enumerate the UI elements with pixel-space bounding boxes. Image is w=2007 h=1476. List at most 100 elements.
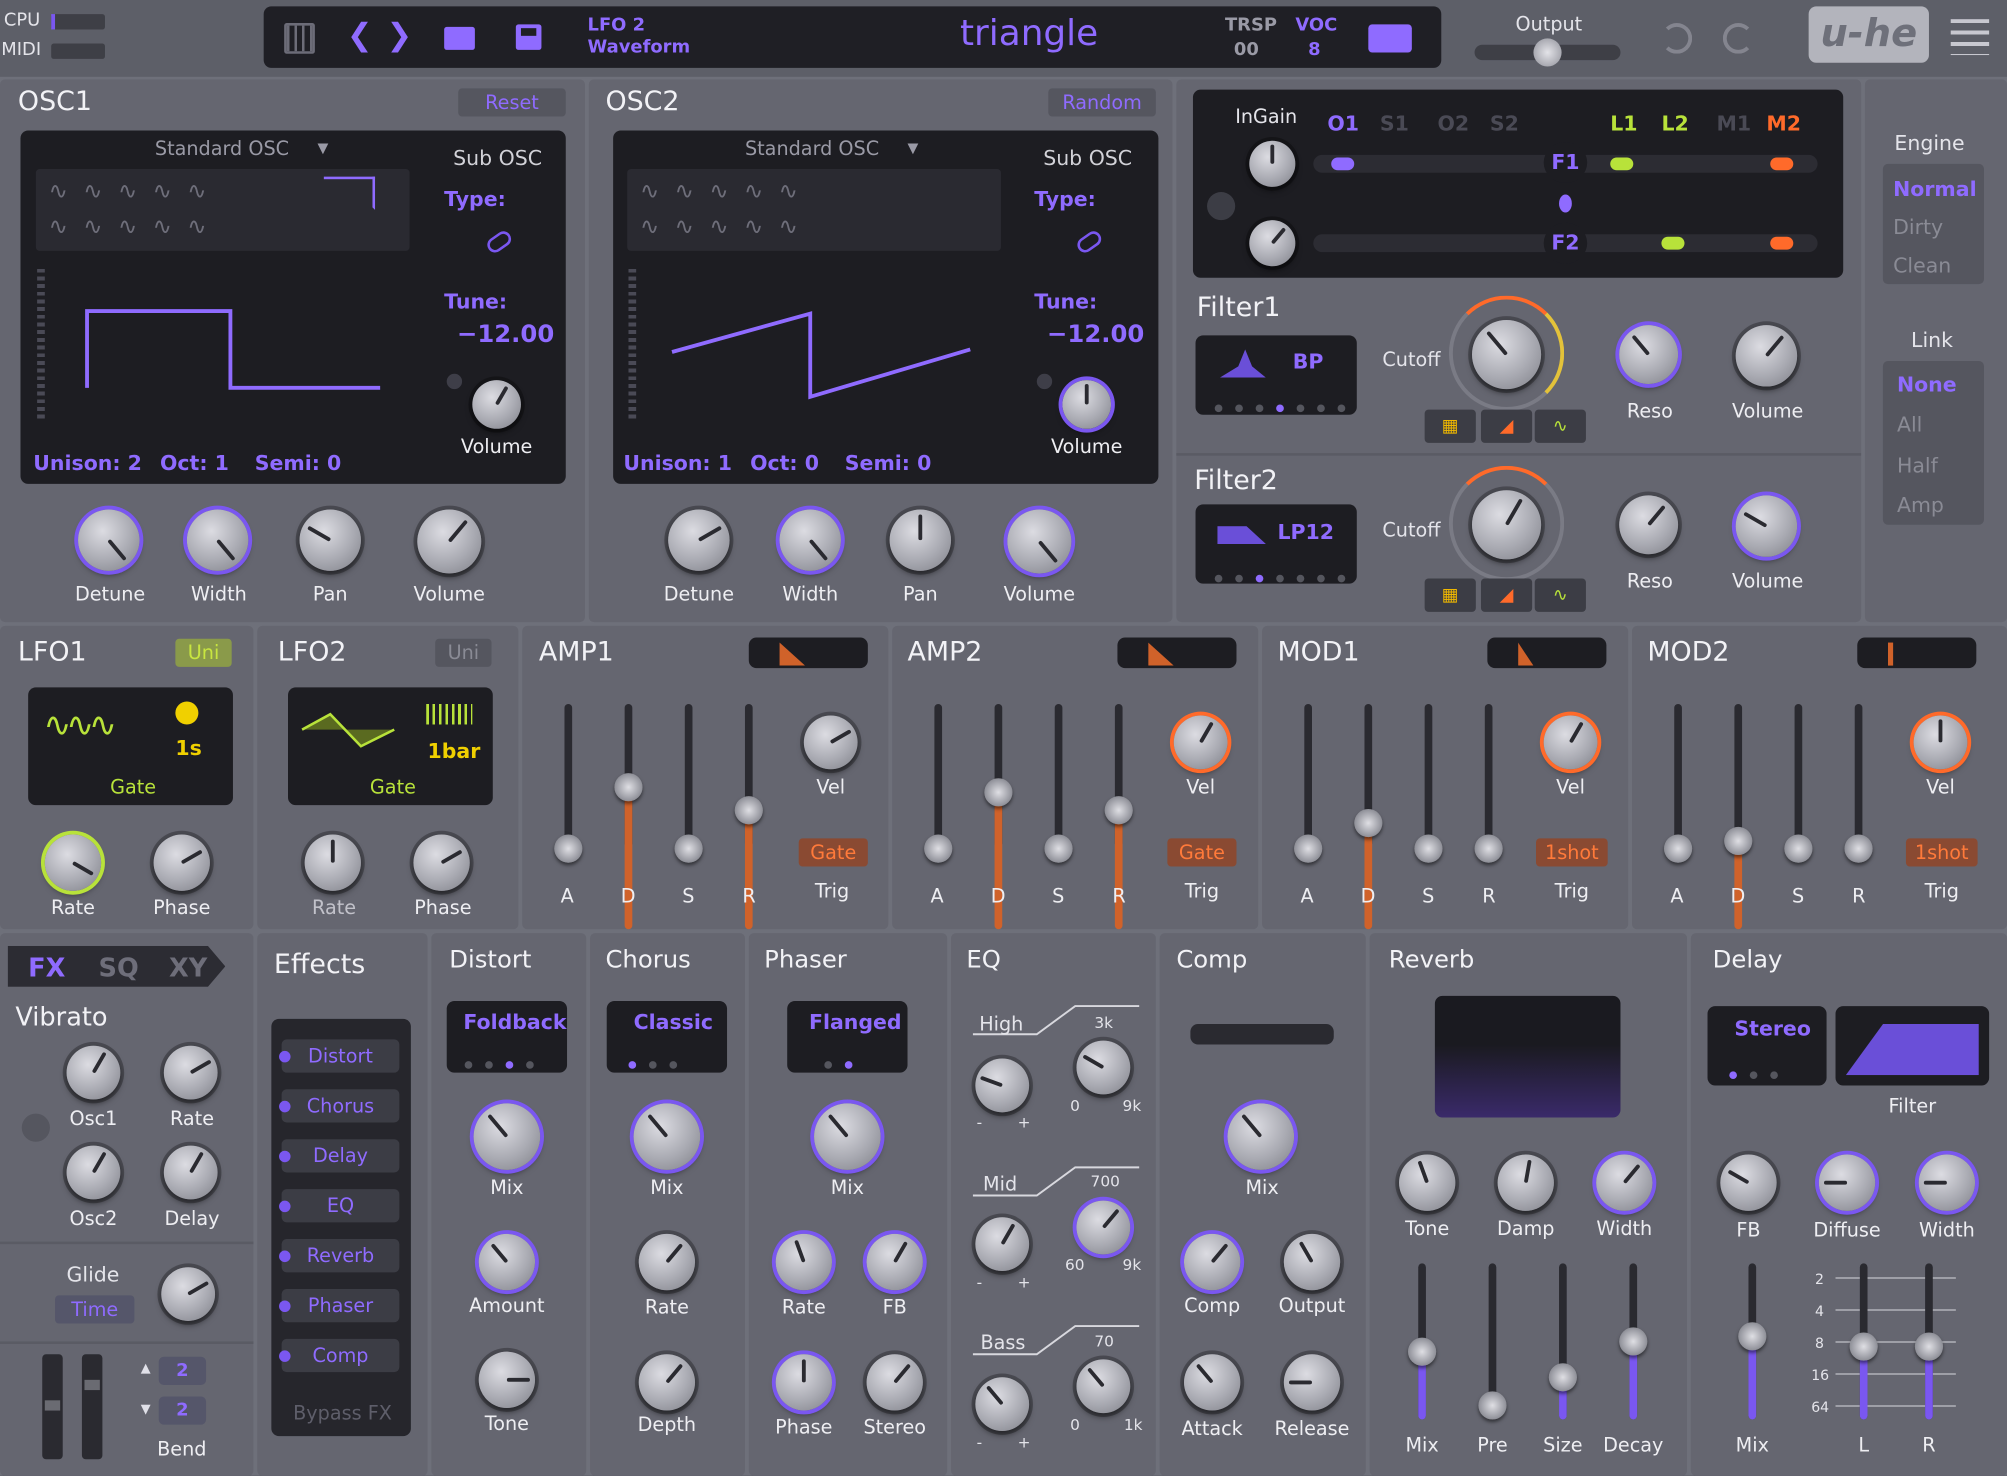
- phaser-mix-knob[interactable]: [814, 1103, 881, 1170]
- amp1-release-slider[interactable]: [734, 704, 763, 930]
- env-mod-icon[interactable]: ◢: [1480, 578, 1533, 612]
- lfo1-uni-button[interactable]: Uni: [175, 638, 232, 667]
- source-o1[interactable]: O1: [1327, 111, 1359, 135]
- lfo2-time[interactable]: 1bar: [428, 739, 481, 763]
- mod2-release-slider[interactable]: [1844, 704, 1873, 863]
- phaser-rate-knob[interactable]: [775, 1233, 832, 1291]
- distort-mix-knob[interactable]: [473, 1103, 541, 1170]
- osc2-oct[interactable]: Oct: 0: [750, 451, 819, 475]
- amp1-attack-slider[interactable]: [554, 704, 583, 863]
- fx-slot-chorus[interactable]: Chorus: [279, 1089, 400, 1123]
- bypass-fx-button[interactable]: Bypass FX: [293, 1402, 392, 1425]
- osc1-semi[interactable]: Semi: 0: [255, 451, 342, 475]
- osc2-unison[interactable]: Unison: 1: [623, 451, 732, 475]
- distort-amount-knob[interactable]: [478, 1233, 536, 1291]
- preset-name[interactable]: triangle: [960, 12, 1098, 54]
- reverb-damp-knob[interactable]: [1497, 1154, 1554, 1211]
- link-all[interactable]: All: [1897, 412, 1922, 436]
- osc1-reset-button[interactable]: Reset: [458, 88, 566, 117]
- mod2-vel-knob[interactable]: [1913, 715, 1968, 770]
- delay-right-slider[interactable]: [1914, 1263, 1944, 1420]
- next-preset-icon[interactable]: ❯: [387, 17, 413, 53]
- amp2-attack-slider[interactable]: [924, 704, 953, 863]
- link-amp[interactable]: Amp: [1897, 493, 1944, 517]
- delay-filter-display[interactable]: [1835, 1006, 1990, 1086]
- lfo-mod-icon[interactable]: ∿: [1534, 409, 1586, 443]
- osc1-type-select[interactable]: Standard OSC: [155, 137, 289, 160]
- phaser-fb-knob[interactable]: [866, 1233, 923, 1291]
- delay-diffuse-knob[interactable]: [1818, 1154, 1876, 1211]
- glide-mode-button[interactable]: Time: [55, 1295, 135, 1324]
- osc1-oct[interactable]: Oct: 1: [160, 451, 229, 475]
- delay-width-knob[interactable]: [1918, 1154, 1976, 1211]
- osc2-detune-knob[interactable]: [668, 509, 730, 571]
- osc2-wave-grid[interactable]: ∿∿∿∿∿ ∿∿∿∿∿: [627, 168, 1001, 251]
- source-m2[interactable]: M2: [1766, 111, 1801, 135]
- bend-down-value[interactable]: 2: [158, 1396, 207, 1425]
- amp2-sustain-slider[interactable]: [1044, 704, 1073, 863]
- comp-release-knob[interactable]: [1283, 1354, 1341, 1411]
- osc2-semi[interactable]: Semi: 0: [845, 451, 932, 475]
- tab-sq[interactable]: SQ: [99, 952, 139, 983]
- osc2-volume-knob[interactable]: [1007, 509, 1072, 574]
- osc1-width-knob[interactable]: [186, 509, 249, 571]
- engine-normal[interactable]: Normal: [1893, 177, 1977, 201]
- mod1-decay-slider[interactable]: [1354, 704, 1383, 930]
- mod2-attack-slider[interactable]: [1664, 704, 1693, 863]
- osc2-random-button[interactable]: Random: [1048, 88, 1156, 117]
- sub-enable-led[interactable]: [446, 373, 463, 390]
- sub-volume-knob[interactable]: [472, 380, 521, 429]
- eq-bass-freq-knob[interactable]: [1076, 1359, 1131, 1414]
- fx-slot-delay[interactable]: Delay: [279, 1139, 400, 1173]
- mod1-sustain-slider[interactable]: [1414, 704, 1443, 863]
- f1-node[interactable]: F1: [1543, 142, 1588, 184]
- f2-node[interactable]: F2: [1543, 222, 1588, 264]
- amp2-decay-slider[interactable]: [984, 704, 1013, 930]
- filter1-volume-knob[interactable]: [1735, 325, 1798, 387]
- comp-comp-knob[interactable]: [1184, 1233, 1241, 1291]
- output-slider[interactable]: [1474, 38, 1621, 67]
- vibrato-rate-knob[interactable]: [163, 1045, 218, 1100]
- trsp-value[interactable]: 00: [1234, 40, 1259, 60]
- mod2-sustain-slider[interactable]: [1784, 704, 1813, 863]
- filter2-reso-knob[interactable]: [1619, 495, 1679, 555]
- voc-value[interactable]: 8: [1308, 40, 1320, 60]
- lfo2-uni-button[interactable]: Uni: [435, 638, 492, 667]
- mod1-vel-knob[interactable]: [1543, 715, 1598, 770]
- sub-tune-value[interactable]: −12.00: [457, 320, 554, 348]
- bend-up-value[interactable]: 2: [158, 1356, 207, 1385]
- chorus-depth-knob[interactable]: [638, 1354, 696, 1411]
- fx-slot-reverb[interactable]: Reverb: [279, 1239, 400, 1273]
- source-s2[interactable]: S2: [1490, 111, 1519, 135]
- prev-preset-icon[interactable]: ❮: [347, 17, 373, 53]
- tab-xy[interactable]: XY: [169, 952, 207, 983]
- save-icon[interactable]: [515, 24, 542, 50]
- eq-high-freq-knob[interactable]: [1076, 1040, 1131, 1095]
- source-l1[interactable]: L1: [1610, 111, 1637, 135]
- ingain-f1-knob[interactable]: [1249, 140, 1296, 187]
- lfo1-rate-knob[interactable]: [44, 834, 102, 891]
- mod1-attack-slider[interactable]: [1294, 704, 1323, 863]
- osc1-volume-knob[interactable]: [417, 509, 482, 574]
- keytrack-icon[interactable]: ▦: [1424, 578, 1476, 612]
- lfo2-rate-knob[interactable]: [304, 834, 361, 891]
- vibrato-delay-knob[interactable]: [163, 1145, 218, 1200]
- comp-output-knob[interactable]: [1283, 1233, 1341, 1291]
- amp2-trig-button[interactable]: Gate: [1167, 838, 1237, 867]
- osc2-type-select[interactable]: Standard OSC: [745, 137, 879, 160]
- fx-slot-phaser[interactable]: Phaser: [279, 1288, 400, 1323]
- reverb-mix-slider[interactable]: [1408, 1263, 1437, 1420]
- amp1-trig-button[interactable]: Gate: [798, 838, 868, 867]
- route-l2-f2[interactable]: [1661, 236, 1685, 250]
- osc1-pan-knob[interactable]: [299, 509, 361, 571]
- ingain-f2-knob[interactable]: [1249, 220, 1296, 267]
- link-half[interactable]: Half: [1897, 453, 1938, 477]
- env-mod-icon[interactable]: ◢: [1480, 409, 1533, 443]
- vibrato-osc1-knob[interactable]: [66, 1045, 121, 1100]
- tab-fx[interactable]: FX: [28, 952, 65, 983]
- distort-tone-knob[interactable]: [478, 1351, 536, 1408]
- filter2-volume-knob[interactable]: [1735, 495, 1798, 557]
- fx-slot-comp[interactable]: Comp: [279, 1338, 400, 1373]
- osc1-detune-knob[interactable]: [78, 509, 140, 571]
- undo-icon[interactable]: [1661, 23, 1693, 54]
